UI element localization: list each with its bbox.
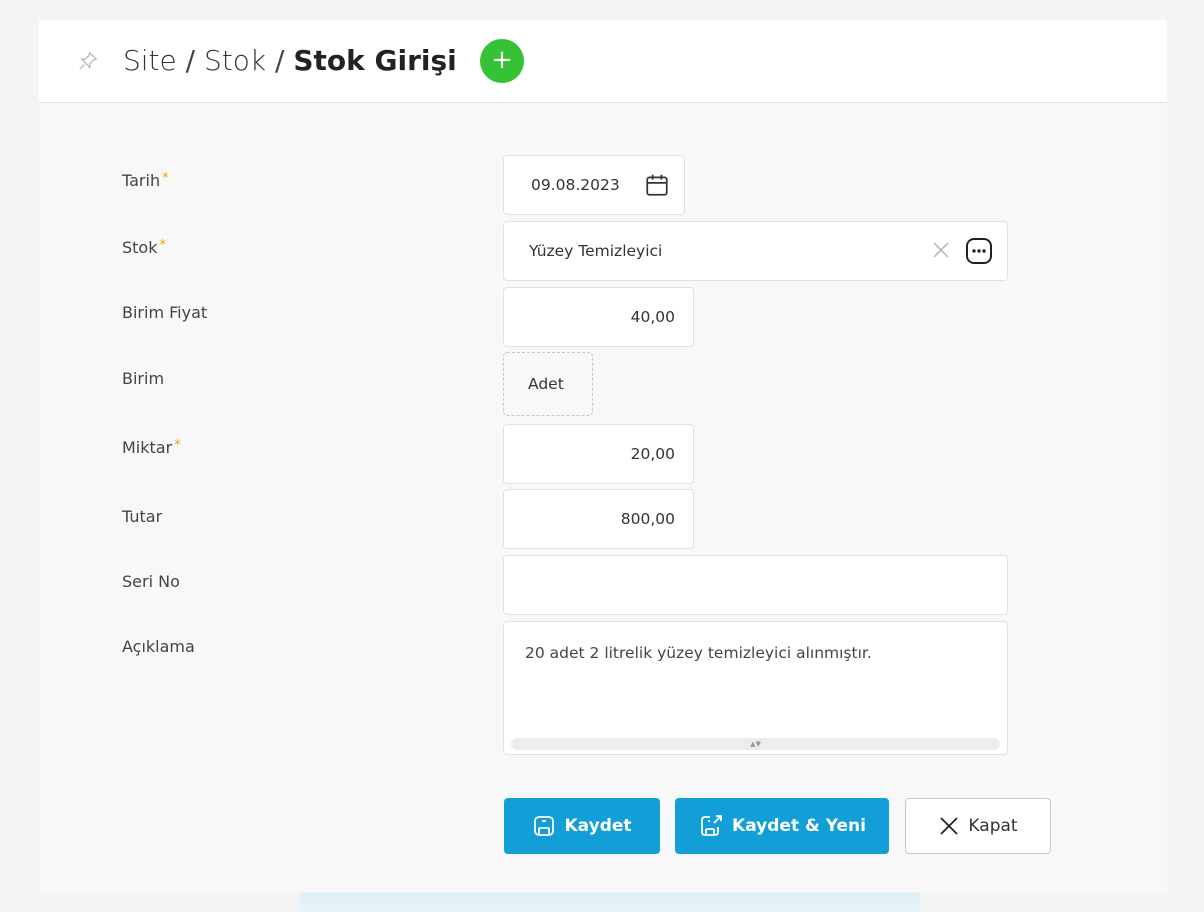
plus-icon: + — [491, 45, 513, 75]
miktar-value: 20,00 — [630, 445, 675, 463]
floppy-icon — [534, 816, 555, 836]
tarih-field[interactable]: 09.08.2023 — [503, 155, 685, 215]
seri-no-label: Seri No — [122, 572, 180, 591]
tutar-label: Tutar — [122, 507, 163, 526]
aciklama-value: 20 adet 2 litrelik yüzey temizleyici alı… — [525, 644, 872, 662]
page-header: Site / Stok / Stok Girişi + — [39, 20, 1167, 103]
miktar-label: Miktar * — [122, 438, 181, 457]
stok-label: Stok * — [122, 238, 166, 257]
close-icon — [940, 817, 959, 835]
birim-readonly-field: Adet — [503, 352, 593, 416]
close-icon[interactable] — [931, 240, 951, 260]
birim-fiyat-field[interactable]: 40,00 — [503, 287, 694, 347]
stok-value: Yüzey Temizleyici — [529, 242, 663, 260]
birim-fiyat-value: 40,00 — [630, 308, 675, 326]
aciklama-textarea[interactable]: 20 adet 2 litrelik yüzey temizleyici alı… — [503, 621, 1008, 755]
calendar-icon[interactable] — [644, 172, 670, 198]
required-marker: * — [162, 171, 169, 186]
form-card: Site / Stok / Stok Girişi + Tarih * 09.08… — [39, 20, 1167, 892]
save-button[interactable]: Kaydet — [504, 798, 660, 854]
stok-select[interactable]: Yüzey Temizleyici — [503, 221, 1008, 281]
add-button[interactable]: + — [480, 39, 524, 83]
birim-label: Birim — [122, 369, 165, 388]
aciklama-label: Açıklama — [122, 637, 195, 656]
save-new-button[interactable]: Kaydet & Yeni — [675, 798, 889, 854]
page-title: Stok Girişi — [293, 44, 457, 77]
save-button-label: Kaydet — [564, 816, 632, 836]
breadcrumb: Site / Stok / Stok Girişi — [123, 44, 457, 77]
close-button-label: Kapat — [968, 816, 1018, 836]
required-marker: * — [174, 438, 181, 453]
tarih-label: Tarih * — [122, 171, 169, 190]
birim-value: Adet — [528, 375, 564, 393]
miktar-field[interactable]: 20,00 — [503, 424, 694, 484]
resize-handle[interactable]: ▲▼ — [511, 738, 1000, 750]
required-marker: * — [159, 238, 166, 253]
save-new-button-label: Kaydet & Yeni — [732, 816, 866, 836]
pin-icon[interactable] — [77, 50, 99, 72]
tutar-field[interactable]: 800,00 — [503, 489, 694, 549]
seri-no-field[interactable] — [503, 555, 1008, 615]
tarih-value: 09.08.2023 — [531, 176, 620, 194]
bottom-decoration — [300, 893, 920, 912]
birim-fiyat-label: Birim Fiyat — [122, 303, 208, 322]
tutar-value: 800,00 — [620, 510, 675, 528]
resize-grip-icon: ▲▼ — [750, 740, 761, 748]
breadcrumb-site[interactable]: Site — [123, 44, 177, 77]
close-button[interactable]: Kapat — [905, 798, 1051, 854]
floppy-export-icon — [701, 815, 722, 836]
more-dots-icon[interactable] — [965, 237, 993, 265]
breadcrumb-stok[interactable]: Stok — [204, 44, 266, 77]
